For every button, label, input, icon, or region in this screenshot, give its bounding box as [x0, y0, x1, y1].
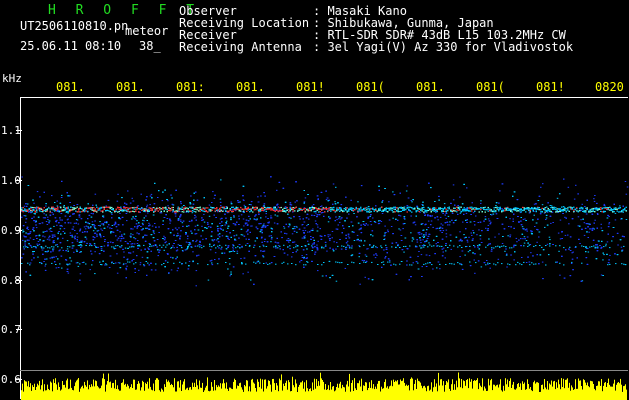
amplitude-bars	[21, 372, 627, 400]
spectrogram-plot	[21, 176, 629, 400]
carrier-signal	[21, 206, 627, 266]
noise-band	[21, 176, 629, 287]
